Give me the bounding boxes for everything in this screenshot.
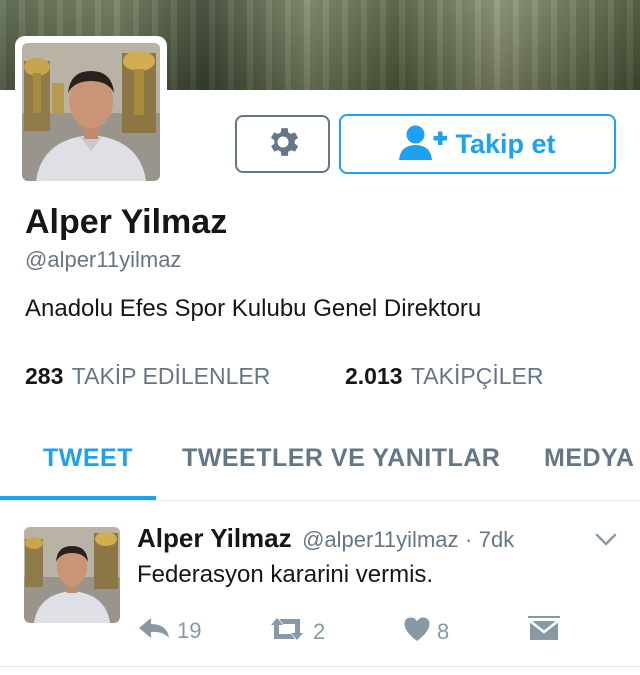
followers-label: TAKİPÇİLER bbox=[410, 363, 544, 389]
tweet-time[interactable]: 7dk bbox=[479, 527, 514, 552]
following-label: TAKİP EDİLENLER bbox=[71, 363, 271, 389]
gear-icon bbox=[264, 123, 302, 166]
tweet-author-handle[interactable]: @alper11yilmaz bbox=[302, 527, 458, 552]
tab-tweet[interactable]: TWEET bbox=[43, 444, 133, 473]
reply-button[interactable]: 19 bbox=[137, 616, 201, 646]
followers-count: 2.013 bbox=[345, 363, 403, 389]
tab-tweets-and-replies[interactable]: TWEETLER VE YANITLAR bbox=[182, 444, 500, 473]
chevron-down-icon[interactable] bbox=[595, 533, 617, 547]
reply-icon bbox=[137, 616, 171, 646]
tab-media[interactable]: MEDYA bbox=[544, 444, 635, 473]
tweet-author-name[interactable]: Alper Yilmaz bbox=[137, 523, 292, 553]
tweet-header: Alper Yilmaz @alper11yilmaz · 7dk bbox=[137, 523, 514, 554]
profile-avatar-frame bbox=[15, 36, 167, 188]
profile-handle: @alper11yilmaz bbox=[25, 247, 182, 272]
followers-stat[interactable]: 2.013 TAKİPÇİLER bbox=[345, 363, 543, 390]
following-stat[interactable]: 283 TAKİP EDİLENLER bbox=[25, 363, 270, 390]
profile-bio: Anadolu Efes Spor Kulubu Genel Direktoru bbox=[25, 295, 482, 322]
retweet-icon bbox=[267, 616, 307, 648]
reply-count: 19 bbox=[177, 618, 202, 643]
follow-button-label: Takip et bbox=[455, 128, 556, 159]
tweet-separator: · bbox=[464, 527, 473, 552]
active-tab-indicator bbox=[0, 496, 156, 500]
settings-button[interactable] bbox=[235, 115, 330, 173]
like-count: 8 bbox=[437, 619, 450, 644]
profile-avatar[interactable] bbox=[22, 43, 160, 181]
tweet-item[interactable]: Alper Yilmaz @alper11yilmaz · 7dk Federa… bbox=[0, 501, 640, 667]
follow-button[interactable]: Takip et bbox=[339, 114, 616, 174]
following-count: 283 bbox=[25, 363, 64, 389]
retweet-count: 2 bbox=[313, 619, 326, 644]
retweet-button[interactable]: 2 bbox=[267, 616, 325, 648]
envelope-icon bbox=[528, 616, 560, 648]
direct-message-button[interactable] bbox=[528, 616, 560, 648]
profile-name: Alper Yilmaz bbox=[25, 203, 228, 241]
tweet-avatar[interactable] bbox=[24, 527, 120, 623]
like-button[interactable]: 8 bbox=[403, 616, 449, 648]
profile-tabs: TWEET TWEETLER VE YANITLAR MEDYA bbox=[0, 420, 640, 501]
tweet-text: Federasyon kararini vermis. bbox=[137, 561, 434, 588]
add-person-icon bbox=[399, 124, 448, 165]
heart-icon bbox=[403, 616, 431, 648]
